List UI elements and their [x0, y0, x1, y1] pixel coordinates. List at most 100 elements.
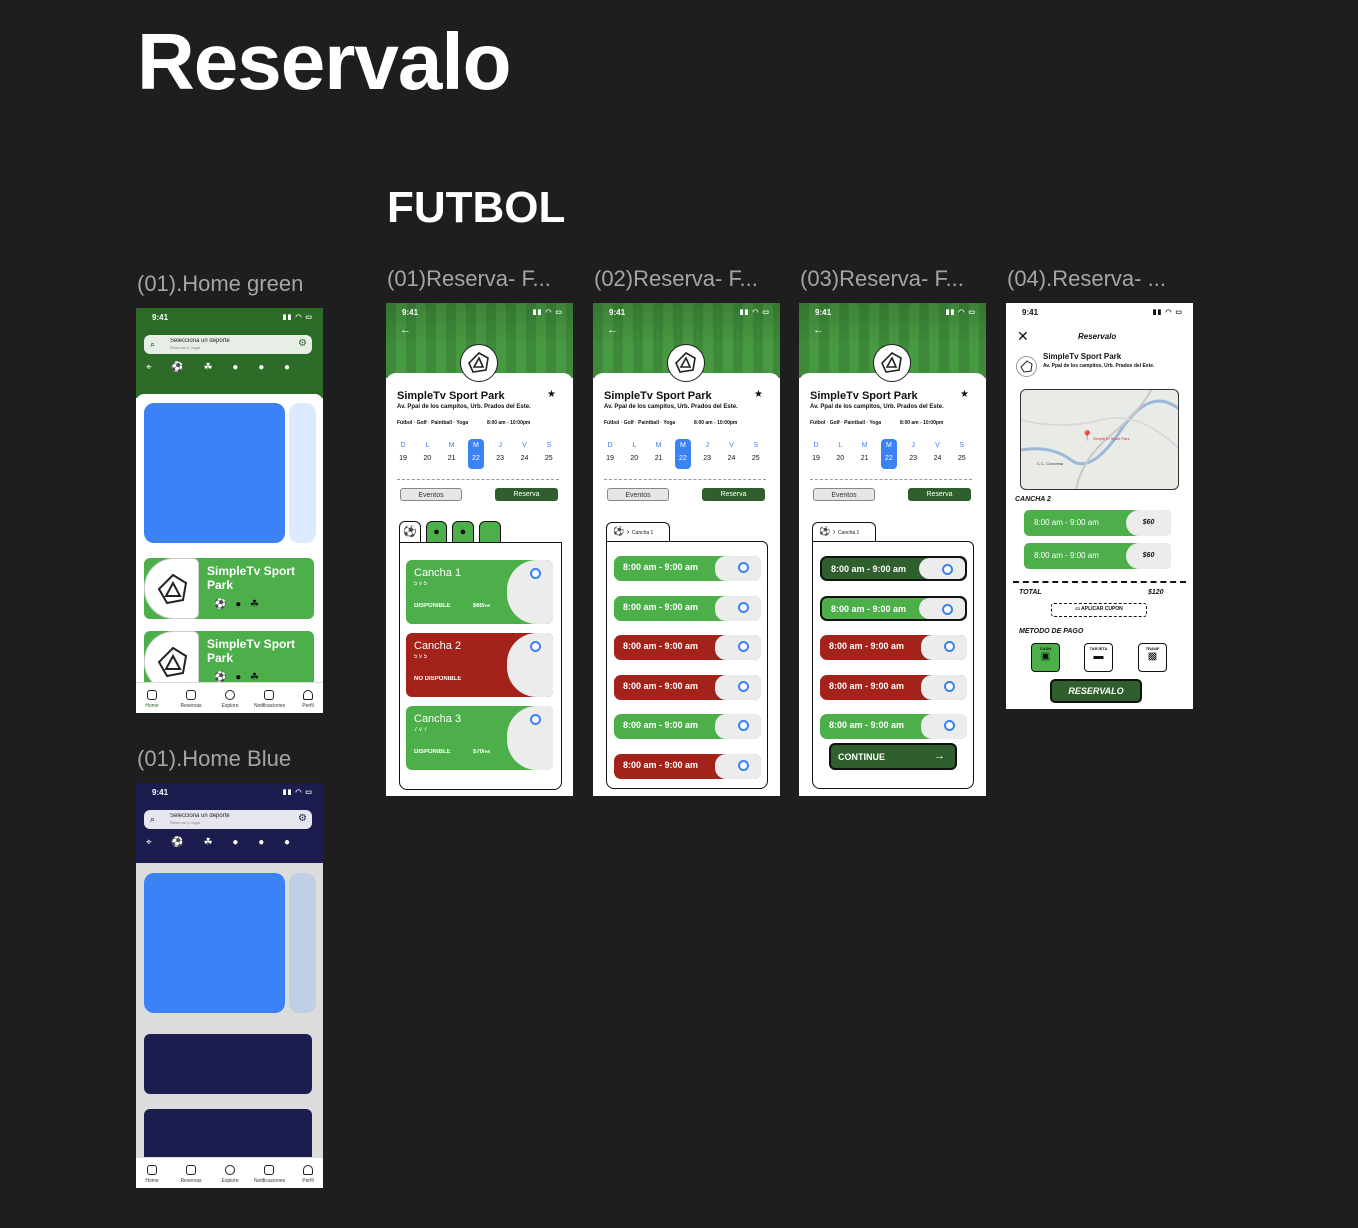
day-21[interactable]: M 21: [857, 439, 873, 465]
day-24[interactable]: V 24: [724, 439, 740, 465]
frame-label-reserva-2[interactable]: (02)Reserva- F...: [594, 266, 758, 292]
selected-slot[interactable]: 8:00 am - 9:00 am $60: [1024, 543, 1171, 569]
tab-home[interactable]: Home: [137, 1165, 167, 1184]
sport-icons-row[interactable]: ⌖ ⚽ ☘ ● ● ●: [146, 837, 316, 849]
close-icon[interactable]: ✕: [1017, 328, 1029, 345]
time-slot[interactable]: 8:00 am - 9:00 am: [614, 674, 761, 700]
reserve-button[interactable]: Reserva: [702, 488, 765, 501]
tab-explore[interactable]: Explore: [215, 1165, 245, 1184]
day-25[interactable]: S 25: [954, 439, 970, 465]
day-25[interactable]: S 25: [541, 439, 557, 465]
venue-card[interactable]: [144, 1034, 312, 1094]
star-icon[interactable]: ★: [960, 389, 969, 400]
total-label: TOTAL: [1019, 589, 1042, 596]
settings-icon[interactable]: ⚙: [298, 813, 307, 824]
day-19[interactable]: D 19: [808, 439, 824, 465]
time-slot[interactable]: 8:00 am - 9:00 am: [614, 753, 761, 779]
featured-card[interactable]: [144, 873, 285, 1013]
book-icon: [186, 690, 196, 700]
events-button[interactable]: Eventos: [607, 488, 669, 501]
search-input[interactable]: ⌕ Selecciona un deporte Reservar y Jugar…: [144, 335, 312, 354]
back-arrow-icon[interactable]: ←: [813, 324, 824, 336]
day-22[interactable]: M 22: [880, 439, 897, 469]
selected-slot[interactable]: 8:00 am - 9:00 am $60: [1024, 510, 1171, 536]
featured-card-next[interactable]: [289, 403, 316, 543]
venue-map[interactable]: 📍 SimpleTv Sport Park C.C. Concresa: [1020, 389, 1179, 490]
cancha-card[interactable]: Cancha 1 5 v 5 DISPONIBLE $60/HR: [406, 560, 553, 624]
search-input[interactable]: ⌕ Selecciona un deporte Reservar y Jugar…: [144, 810, 312, 829]
day-19[interactable]: D 19: [602, 439, 618, 465]
payment-card[interactable]: TARJETA ▬: [1084, 643, 1113, 672]
tab-notificaciones[interactable]: Notificaciones: [254, 1165, 285, 1184]
settings-icon[interactable]: ⚙: [298, 338, 307, 349]
featured-card[interactable]: [144, 403, 285, 543]
frame-label-reserva-4[interactable]: (04).Reserva- ...: [1007, 266, 1166, 292]
frame-label-reserva-3[interactable]: (03)Reserva- F...: [800, 266, 964, 292]
time-slot[interactable]: 8:00 am - 9:00 am: [614, 635, 761, 660]
time-slot[interactable]: 8:00 am - 9:00 am: [614, 556, 761, 581]
day-25[interactable]: S 25: [748, 439, 764, 465]
venue-card[interactable]: SimpleTv Sport Park ⚽ ● ☘: [144, 558, 314, 619]
day-20[interactable]: L 20: [626, 439, 642, 465]
day-23[interactable]: J 23: [905, 439, 921, 465]
events-button[interactable]: Eventos: [813, 488, 875, 501]
time-slot[interactable]: 8:00 am - 9:00 am: [614, 595, 761, 621]
time-slot[interactable]: 8:00 am - 9:00 am: [820, 635, 967, 660]
day-24[interactable]: V 24: [517, 439, 533, 465]
reserve-button[interactable]: Reserva: [495, 488, 558, 501]
tab-golf[interactable]: ●: [426, 521, 447, 543]
reserve-button[interactable]: Reserva: [908, 488, 971, 501]
day-20[interactable]: L 20: [832, 439, 848, 465]
signal-icon: ▮▮ ◠ ▭: [739, 309, 770, 316]
back-arrow-icon[interactable]: ←: [400, 324, 411, 336]
time-slot[interactable]: 8:00 am - 9:00 am: [820, 595, 967, 621]
cancha-card[interactable]: Cancha 2 5 v 5 NO DISPONIBLE: [406, 633, 553, 697]
tab-yoga[interactable]: [479, 521, 501, 543]
tab-futbol[interactable]: ⚽: [399, 521, 421, 543]
day-21[interactable]: M 21: [444, 439, 460, 465]
tab-paintball[interactable]: ●: [452, 521, 474, 543]
frame-label-home-green[interactable]: (01).Home green: [137, 271, 303, 297]
day-22[interactable]: M 22: [467, 439, 484, 469]
day-20[interactable]: L 20: [419, 439, 435, 465]
book-icon: [186, 1165, 196, 1175]
cancha-tab[interactable]: ⚽ › Cancha 1: [606, 522, 670, 542]
time-slot[interactable]: 8:00 am - 9:00 am: [614, 714, 761, 739]
day-22[interactable]: M 22: [674, 439, 691, 469]
day-21[interactable]: M 21: [651, 439, 667, 465]
time-slot[interactable]: 8:00 am - 9:00 am: [820, 674, 967, 700]
coupon-button[interactable]: ▭ APLICAR CUPON: [1051, 603, 1147, 617]
tab-perfil[interactable]: Perfil: [293, 1165, 323, 1184]
slot-time: 8:00 am - 9:00 am: [829, 720, 905, 730]
continue-button[interactable]: CONTINUE →: [829, 743, 957, 770]
time-slot[interactable]: 8:00 am - 9:00 am: [820, 714, 967, 739]
tab-reservas[interactable]: Reservas: [176, 690, 206, 709]
day-23[interactable]: J 23: [699, 439, 715, 465]
time-slot[interactable]: 8:00 am - 9:00 am: [820, 556, 967, 581]
cancha-card[interactable]: Cancha 3 7 v 7 DISPONIBLE $70/HR: [406, 706, 553, 770]
sport-icons-row[interactable]: ⌖ ⚽ ☘ ● ● ●: [146, 362, 316, 374]
day-24[interactable]: V 24: [930, 439, 946, 465]
slot-list: 8:00 am - 9:00 am 8:00 am - 9:00 am 8:00 a…: [606, 541, 768, 789]
cancha-tab[interactable]: ⚽ › Cancha 1: [812, 522, 876, 542]
tab-explore-label: Explore: [221, 703, 239, 709]
reservalo-button[interactable]: RESERVALO: [1050, 679, 1142, 703]
payment-transfer[interactable]: TRANF ▩: [1138, 643, 1167, 672]
star-icon[interactable]: ★: [547, 389, 556, 400]
day-23[interactable]: J 23: [492, 439, 508, 465]
featured-card-next[interactable]: [289, 873, 316, 1013]
tab-home[interactable]: Home: [137, 690, 167, 709]
cancha-price-unit: HR: [484, 749, 491, 754]
star-icon[interactable]: ★: [754, 389, 763, 400]
frame-label-home-blue[interactable]: (01).Home Blue: [137, 746, 291, 772]
tab-notificaciones[interactable]: Notificaciones: [254, 690, 285, 709]
tab-explore-label: Explore: [221, 1178, 239, 1184]
events-button[interactable]: Eventos: [400, 488, 462, 501]
tab-perfil[interactable]: Perfil: [293, 690, 323, 709]
frame-label-reserva-1[interactable]: (01)Reserva- F...: [387, 266, 551, 292]
day-19[interactable]: D 19: [395, 439, 411, 465]
tab-explore[interactable]: Explore: [215, 690, 245, 709]
tab-reservas[interactable]: Reservas: [176, 1165, 206, 1184]
payment-cash[interactable]: CASH ▣: [1031, 643, 1060, 672]
back-arrow-icon[interactable]: ←: [607, 324, 618, 336]
